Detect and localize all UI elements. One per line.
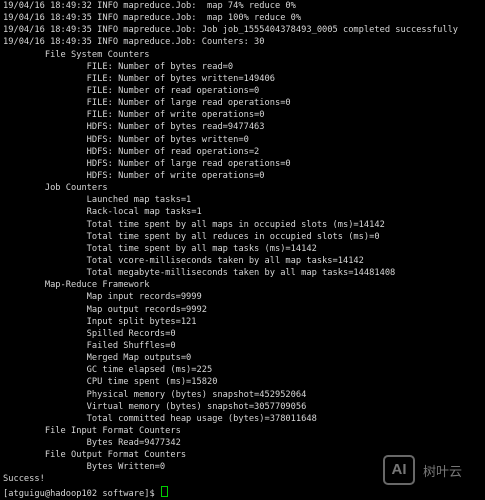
terminal-line: Map-Reduce Framework: [3, 280, 150, 291]
terminal-line: 19/04/16 18:49:32 INFO mapreduce.Job: ma…: [3, 1, 296, 11]
terminal-line: Merged Map outputs=0: [3, 353, 192, 364]
terminal-line: CPU time spent (ms)=15820: [3, 377, 218, 388]
terminal-line: Virtual memory (bytes) snapshot=30577090…: [3, 401, 307, 412]
terminal-line: Total megabyte-milliseconds taken by all…: [3, 268, 396, 279]
terminal-line: FILE: Number of read operations=0: [3, 85, 260, 96]
terminal-line: Physical memory (bytes) snapshot=4529520…: [3, 389, 307, 400]
command-prompt-line[interactable]: [atguigu@hadoop102 software]$: [3, 485, 485, 499]
terminal-line: Failed Shuffles=0: [3, 340, 176, 351]
terminal-line: Spilled Records=0: [3, 328, 176, 339]
terminal-line: HDFS: Number of large read operations=0: [3, 158, 291, 169]
terminal-line: File Input Format Counters: [3, 425, 181, 436]
terminal-line: Total time spent by all map tasks (ms)=1…: [3, 243, 317, 254]
terminal-line: Bytes Read=9477342: [3, 438, 181, 449]
terminal-line: Total vcore-milliseconds taken by all ma…: [3, 255, 364, 266]
terminal-line: GC time elapsed (ms)=225: [3, 365, 213, 376]
terminal-line: Launched map tasks=1: [3, 195, 192, 206]
terminal-line: HDFS: Number of read operations=2: [3, 146, 260, 157]
watermark-text: 树叶云: [423, 465, 463, 480]
terminal-line: FILE: Number of write operations=0: [3, 110, 265, 121]
terminal-line: 19/04/16 18:49:35 INFO mapreduce.Job: Co…: [3, 37, 265, 48]
terminal-line: Total committed heap usage (bytes)=37801…: [3, 413, 317, 424]
terminal-line: 19/04/16 18:49:35 INFO mapreduce.Job: ma…: [3, 13, 302, 24]
terminal-line: HDFS: Number of bytes read=9477463: [3, 122, 265, 133]
terminal-line: HDFS: Number of write operations=0: [3, 170, 265, 181]
terminal-line: Input split bytes=121: [3, 316, 197, 327]
terminal-line: FILE: Number of bytes written=149406: [3, 73, 275, 84]
terminal-line: 19/04/16 18:49:35 INFO mapreduce.Job: Jo…: [3, 25, 459, 36]
shell-prompt: [atguigu@hadoop102 software]$: [3, 488, 160, 499]
terminal-line: Map input records=9999: [3, 292, 202, 303]
terminal-line: Rack-local map tasks=1: [3, 207, 202, 218]
terminal-line: Map output records=9992: [3, 304, 207, 315]
terminal-line: FILE: Number of bytes read=0: [3, 61, 234, 72]
terminal-window[interactable]: 19/04/16 18:49:32 INFO mapreduce.Job: ma…: [0, 0, 485, 500]
terminal-line: Job Counters: [3, 183, 108, 194]
watermark-logo: AI: [383, 455, 415, 485]
terminal-line: FILE: Number of large read operations=0: [3, 98, 291, 109]
terminal-output: 19/04/16 18:49:32 INFO mapreduce.Job: ma…: [3, 0, 485, 486]
terminal-line: Total time spent by all maps in occupied…: [3, 219, 385, 230]
text-cursor: [160, 485, 168, 497]
terminal-line: HDFS: Number of bytes written=0: [3, 134, 249, 145]
terminal-line: File System Counters: [3, 49, 150, 60]
watermark: AI 树叶云: [383, 455, 483, 487]
terminal-line: Total time spent by all reduces in occup…: [3, 231, 380, 242]
